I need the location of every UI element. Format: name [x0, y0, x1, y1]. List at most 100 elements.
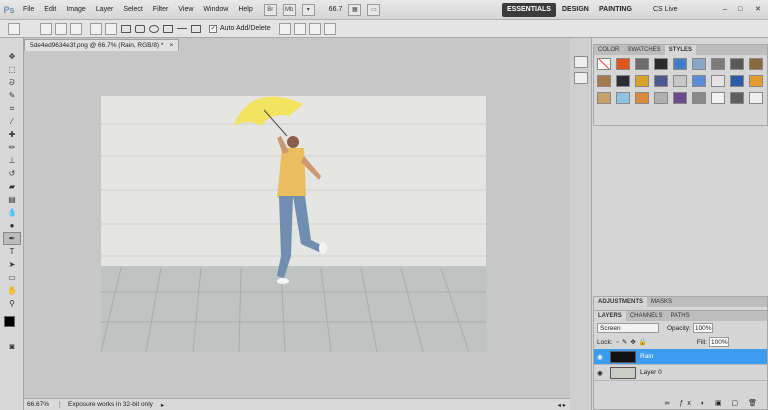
eraser-tool-icon[interactable]: ▰: [3, 180, 21, 193]
layer-name[interactable]: Rain: [640, 353, 653, 360]
eyedropper-tool-icon[interactable]: ⁄: [3, 115, 21, 128]
pen-tool-icon[interactable]: ✒: [3, 232, 21, 245]
style-swatch[interactable]: [615, 58, 630, 70]
brush-tool-icon[interactable]: ✏: [3, 141, 21, 154]
fill-input[interactable]: 100%: [708, 337, 729, 347]
quick-mask-icon[interactable]: ◙: [3, 340, 21, 353]
tab-channels[interactable]: CHANNELS: [626, 311, 667, 321]
shape-layers-icon[interactable]: [40, 22, 52, 35]
menu-view[interactable]: View: [173, 6, 198, 13]
style-swatch[interactable]: [672, 58, 687, 70]
menu-help[interactable]: Help: [233, 6, 257, 13]
polygon-icon[interactable]: [163, 24, 173, 33]
foreground-color[interactable]: [4, 316, 15, 327]
menu-file[interactable]: File: [18, 6, 39, 13]
blend-mode-select[interactable]: Screen: [597, 323, 659, 333]
style-swatch[interactable]: [634, 58, 649, 70]
ellipse-icon[interactable]: [149, 24, 159, 33]
close-icon[interactable]: ✕: [750, 3, 766, 17]
visibility-eye-icon[interactable]: ◉: [594, 353, 606, 361]
blur-tool-icon[interactable]: 💧: [3, 206, 21, 219]
workspace-design[interactable]: DESIGN: [557, 3, 594, 17]
minibridge-icon[interactable]: Mb: [282, 3, 296, 16]
canvas-image[interactable]: [101, 96, 486, 352]
style-swatch[interactable]: [710, 92, 725, 104]
menu-image[interactable]: Image: [61, 6, 90, 13]
history-panel-icon[interactable]: [574, 56, 588, 68]
type-tool-icon[interactable]: T: [3, 245, 21, 258]
restore-icon[interactable]: □: [733, 3, 747, 17]
pen-tool-preset-icon[interactable]: [8, 22, 20, 35]
style-swatch[interactable]: [597, 92, 611, 104]
healing-brush-tool-icon[interactable]: ✚: [3, 128, 21, 141]
style-swatch[interactable]: [615, 75, 630, 87]
auto-add-delete-checkbox[interactable]: ✓: [209, 24, 217, 33]
move-tool-icon[interactable]: ✥: [3, 50, 21, 63]
style-swatch[interactable]: [691, 92, 706, 104]
layer-name[interactable]: Layer 0: [640, 369, 662, 376]
screen-mode-icon[interactable]: ▭: [367, 3, 381, 16]
style-swatch[interactable]: [729, 75, 744, 87]
style-swatch[interactable]: [748, 58, 763, 70]
tab-color[interactable]: COLOR: [594, 45, 623, 55]
freeform-pen-icon[interactable]: [105, 22, 117, 35]
style-swatch[interactable]: [748, 92, 763, 104]
tab-swatches[interactable]: SWATCHES: [623, 45, 664, 55]
fill-pixels-icon[interactable]: [70, 22, 82, 35]
path-selection-tool-icon[interactable]: ➤: [3, 258, 21, 271]
menu-window[interactable]: Window: [198, 6, 233, 13]
style-swatch[interactable]: [653, 75, 668, 87]
style-swatch[interactable]: [653, 58, 668, 70]
arrange-icon[interactable]: ▦: [348, 3, 362, 16]
style-swatch[interactable]: [729, 58, 744, 70]
lock-image-icon[interactable]: ✎: [622, 338, 627, 346]
lock-all-icon[interactable]: 🔒: [639, 338, 647, 346]
rectangle-icon[interactable]: [121, 24, 131, 33]
style-swatch[interactable]: [672, 92, 687, 104]
lock-transparent-icon[interactable]: ▫: [617, 339, 619, 346]
style-swatch[interactable]: [634, 92, 649, 104]
exclude-path-area-icon[interactable]: [323, 22, 336, 35]
tab-styles[interactable]: STYLES: [664, 45, 697, 55]
style-swatch[interactable]: [691, 75, 706, 87]
style-swatch[interactable]: [748, 75, 763, 87]
layer-row-rain[interactable]: ◉ Rain: [594, 349, 767, 365]
menu-edit[interactable]: Edit: [39, 6, 61, 13]
actions-panel-icon[interactable]: [574, 72, 588, 84]
style-swatch[interactable]: [691, 58, 706, 70]
document-tab-close-icon[interactable]: ×: [169, 40, 173, 51]
intersect-path-area-icon[interactable]: [308, 22, 321, 35]
subtract-path-area-icon[interactable]: [293, 22, 306, 35]
style-swatch[interactable]: [634, 75, 649, 87]
dodge-tool-icon[interactable]: ●: [3, 219, 21, 232]
visibility-eye-icon[interactable]: ◉: [594, 369, 606, 377]
status-zoom[interactable]: 66.67%: [24, 401, 60, 408]
opacity-input[interactable]: 100%: [692, 323, 713, 333]
marquee-tool-icon[interactable]: ⬚: [3, 63, 21, 76]
gradient-tool-icon[interactable]: ▤: [3, 193, 21, 206]
workspace-essentials[interactable]: ESSENTIALS: [502, 3, 556, 17]
lasso-tool-icon[interactable]: ᘐ: [3, 76, 21, 89]
hand-tool-icon[interactable]: ✋: [3, 284, 21, 297]
menu-layer[interactable]: Layer: [91, 6, 119, 13]
paths-icon[interactable]: [55, 22, 67, 35]
style-none[interactable]: [597, 58, 611, 70]
bridge-icon[interactable]: Br: [263, 3, 277, 16]
zoom-tool-icon[interactable]: ⚲: [3, 297, 21, 310]
tab-adjustments[interactable]: ADJUSTMENTS: [594, 297, 648, 307]
history-brush-tool-icon[interactable]: ↺: [3, 167, 21, 180]
zoom-menu-icon[interactable]: ▾: [301, 3, 315, 16]
pen-icon[interactable]: [90, 22, 102, 35]
style-swatch[interactable]: [710, 58, 725, 70]
quick-selection-tool-icon[interactable]: ✎: [3, 89, 21, 102]
zoom-level[interactable]: 66.7: [329, 6, 343, 13]
style-swatch[interactable]: [729, 92, 744, 104]
style-swatch[interactable]: [672, 75, 687, 87]
style-swatch[interactable]: [615, 92, 630, 104]
clone-stamp-tool-icon[interactable]: ⊥: [3, 154, 21, 167]
tab-layers[interactable]: LAYERS: [594, 311, 626, 321]
document-tab[interactable]: 5de4ed9634e3f.png @ 66.7% (Rain, RGB/8) …: [24, 39, 180, 51]
line-icon[interactable]: [177, 28, 187, 29]
workspace-painting[interactable]: PAINTING: [594, 3, 637, 17]
tab-paths[interactable]: PATHS: [666, 311, 693, 321]
